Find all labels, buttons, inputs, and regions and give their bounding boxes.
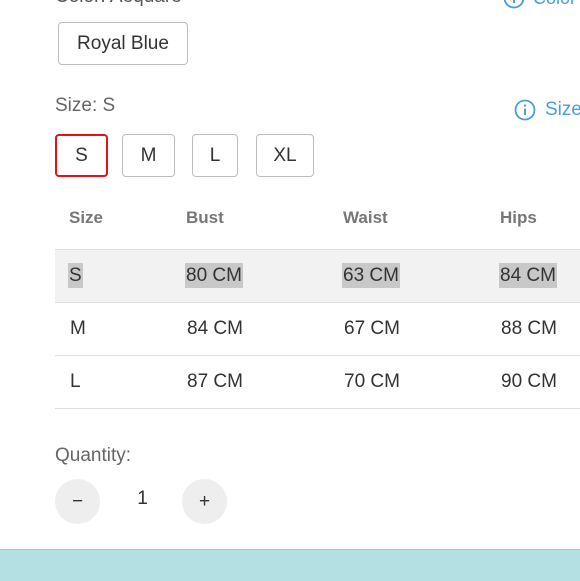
header-hips: Hips (500, 208, 537, 227)
size-label: Size: S (55, 95, 116, 116)
table-cell: 87 CM (187, 371, 243, 392)
color-guide-label: Color (533, 0, 576, 9)
add-to-cart-bar[interactable] (0, 549, 580, 581)
size-option-l[interactable]: L (192, 134, 238, 177)
header-size: Size (69, 208, 104, 227)
table-cell: 84 CM (499, 263, 557, 288)
info-icon (514, 99, 536, 121)
table-row: L 87 CM 70 CM 90 CM (55, 355, 580, 409)
header-bust: Bust (186, 208, 224, 227)
size-guide-label: Size (545, 99, 580, 120)
table-cell: M (70, 318, 86, 339)
color-guide-link[interactable]: Color (503, 0, 576, 9)
table-cell: L (70, 371, 81, 392)
size-guide-link[interactable]: Size (514, 99, 580, 121)
table-cell: 80 CM (185, 263, 243, 288)
info-icon (503, 0, 525, 9)
table-cell: 84 CM (187, 318, 243, 339)
table-cell: 88 CM (501, 318, 557, 339)
quantity-decrement-button[interactable]: − (55, 479, 100, 524)
table-cell: 70 CM (344, 371, 400, 392)
size-option-s[interactable]: S (55, 134, 108, 177)
table-row: S 80 CM 63 CM 84 CM (55, 249, 580, 302)
table-header: Size Bust Waist Hips (55, 195, 580, 249)
color-label: Color: Aequare (55, 0, 182, 8)
header-waist: Waist (343, 208, 388, 227)
size-chart-table: Size Bust Waist Hips S 80 CM 63 CM 84 CM… (55, 195, 580, 409)
quantity-label: Quantity: (55, 445, 132, 466)
table-cell: 90 CM (501, 371, 557, 392)
size-option-m[interactable]: M (122, 134, 175, 177)
quantity-increment-button[interactable]: + (182, 479, 227, 524)
size-option-xl[interactable]: XL (256, 134, 314, 177)
table-cell: 67 CM (344, 318, 400, 339)
quantity-value[interactable]: 1 (120, 488, 165, 510)
table-row: M 84 CM 67 CM 88 CM (55, 302, 580, 355)
table-cell: S (68, 263, 83, 288)
color-option-royal-blue[interactable]: Royal Blue (58, 22, 188, 65)
table-cell: 63 CM (342, 263, 400, 288)
